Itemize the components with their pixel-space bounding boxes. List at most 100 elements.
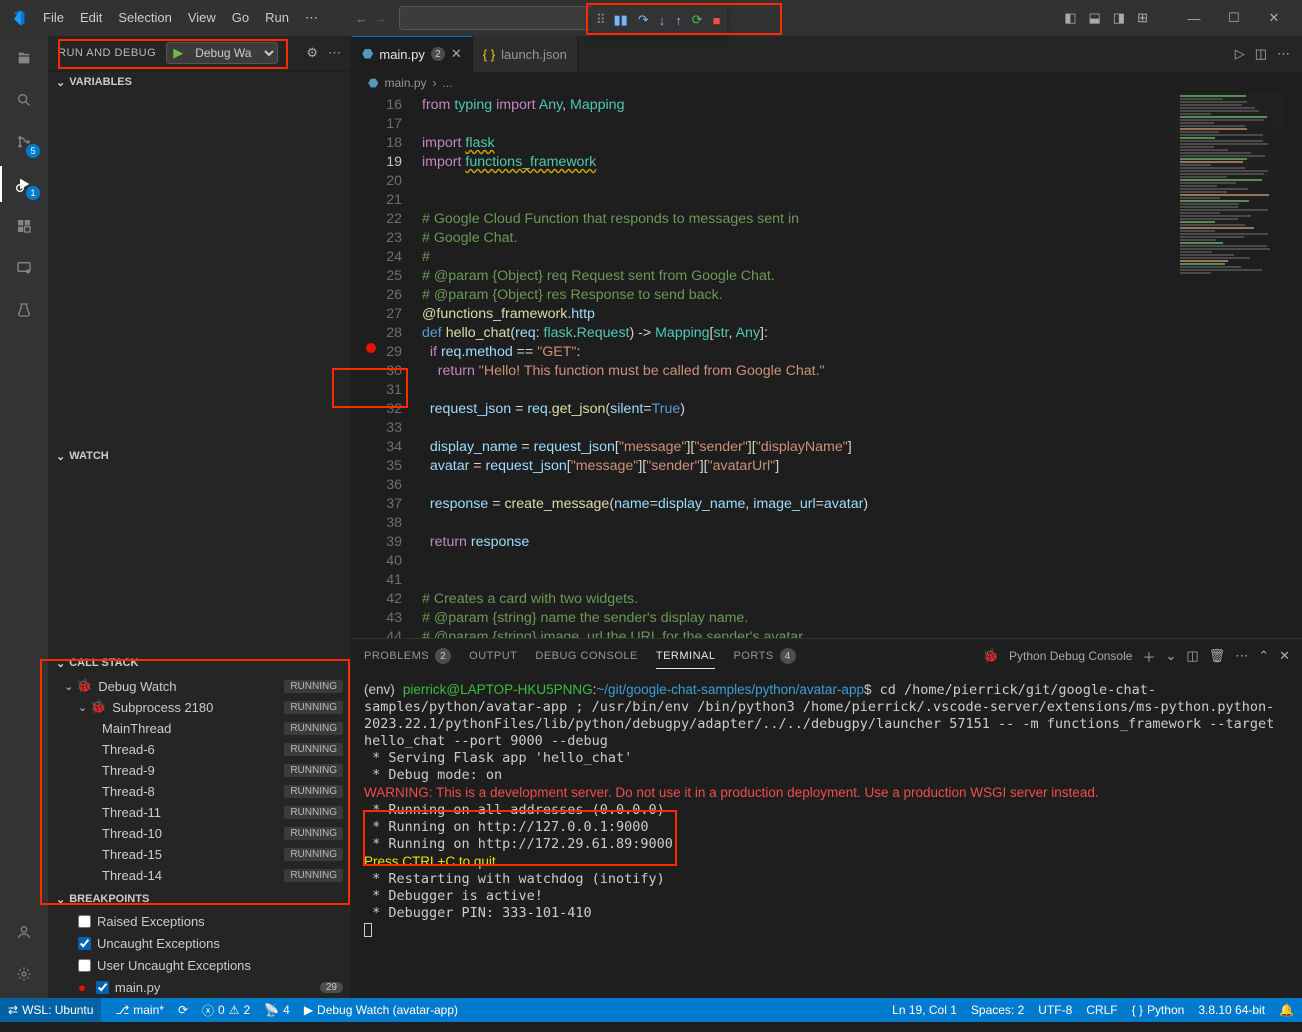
debug-toolbar[interactable]: ⠿ ▮▮ ↷ ↓ ↑ ⟳ ■ <box>590 6 727 34</box>
chevron-down-icon[interactable]: ⌄ <box>1165 648 1176 664</box>
menu-file[interactable]: File <box>36 6 71 30</box>
panel-tab-problems[interactable]: PROBLEMS2 <box>364 642 451 670</box>
nav-back-icon[interactable]: ← <box>355 11 368 26</box>
nav-forward-icon[interactable]: → <box>374 11 387 26</box>
callstack-item[interactable]: Thread-8RUNNING <box>48 781 351 802</box>
more-icon[interactable]: ⋯ <box>1277 46 1290 62</box>
sync-indicator[interactable]: ⟳ <box>178 1003 188 1017</box>
cursor-position[interactable]: Ln 19, Col 1 <box>892 1003 957 1017</box>
step-out-button[interactable]: ↑ <box>675 13 682 28</box>
menu-edit[interactable]: Edit <box>73 6 109 30</box>
encoding[interactable]: UTF-8 <box>1038 1003 1072 1017</box>
panel-tab-terminal[interactable]: TERMINAL <box>656 644 716 669</box>
debug-config-selector[interactable]: ▶ Debug Wa <box>166 42 278 64</box>
breadcrumb[interactable]: ⬣ main.py › ... <box>352 72 1302 94</box>
new-terminal-button[interactable]: ＋ <box>1142 647 1155 666</box>
activity-bar: 5 1 <box>0 36 48 998</box>
breakpoint-file[interactable]: ●main.py29 <box>48 976 351 998</box>
callstack-item[interactable]: MainThreadRUNNING <box>48 718 351 739</box>
callstack-item[interactable]: Thread-11RUNNING <box>48 802 351 823</box>
checkbox[interactable] <box>96 981 109 994</box>
code-editor[interactable]: 1617181920212223242526272829303132333435… <box>352 94 1302 638</box>
debug-status[interactable]: ▶ Debug Watch (avatar-app) <box>304 1003 458 1017</box>
testing-tab[interactable] <box>10 296 38 324</box>
eol[interactable]: CRLF <box>1086 1003 1117 1017</box>
close-panel-button[interactable]: ✕ <box>1279 648 1290 664</box>
menu-view[interactable]: View <box>181 6 223 30</box>
menu-selection[interactable]: Selection <box>111 6 178 30</box>
checkbox[interactable] <box>78 915 91 928</box>
split-editor-icon[interactable]: ◫ <box>1255 46 1267 62</box>
callstack-item[interactable]: ⌄🐞Subprocess 2180RUNNING <box>48 697 351 718</box>
variables-section-header[interactable]: ⌄VARIABLES <box>48 72 351 94</box>
callstack-item[interactable]: Thread-14RUNNING <box>48 865 351 886</box>
menu-go[interactable]: Go <box>225 6 256 30</box>
checkbox[interactable] <box>78 959 91 972</box>
maximize-button[interactable]: ☐ <box>1214 3 1254 33</box>
panel-tab-output[interactable]: OUTPUT <box>469 644 517 668</box>
panel-tab-ports[interactable]: PORTS4 <box>733 642 795 670</box>
checkbox[interactable] <box>78 937 91 950</box>
restart-button[interactable]: ⟳ <box>692 12 703 28</box>
editor-tab[interactable]: { }launch.json <box>473 36 578 72</box>
language-mode[interactable]: { } Python <box>1132 1003 1185 1017</box>
callstack-item[interactable]: Thread-10RUNNING <box>48 823 351 844</box>
more-icon[interactable]: ⋯ <box>1235 648 1248 664</box>
run-icon[interactable]: ▷ <box>1235 46 1245 62</box>
source-control-tab[interactable]: 5 <box>10 128 38 156</box>
breakpoints-section-header[interactable]: ⌄BREAKPOINTS <box>48 888 351 910</box>
callstack-item[interactable]: Thread-9RUNNING <box>48 760 351 781</box>
branch-indicator[interactable]: ⎇ main* <box>115 1003 164 1017</box>
remote-explorer-tab[interactable] <box>10 254 38 282</box>
remote-indicator[interactable]: ⇄ WSL: Ubuntu <box>0 998 101 1022</box>
kill-terminal-icon[interactable]: 🗑 <box>1209 648 1226 664</box>
start-debug-button[interactable]: ▶ <box>167 45 189 61</box>
status-bar: ⇄ WSL: Ubuntu ⎇ main* ⟳ ⓧ 0 ⚠ 2 📡 4 ▶ De… <box>0 998 1302 1022</box>
run-debug-tab[interactable]: 1 <box>10 170 38 198</box>
layout-customize-icon[interactable]: ⊞ <box>1137 10 1148 26</box>
callstack-item[interactable]: Thread-15RUNNING <box>48 844 351 865</box>
minimap[interactable] <box>1176 94 1286 314</box>
problems-indicator[interactable]: ⓧ 0 ⚠ 2 <box>202 1002 250 1019</box>
callstack-item[interactable]: Thread-6RUNNING <box>48 739 351 760</box>
pause-button[interactable]: ▮▮ <box>614 12 628 28</box>
settings-button[interactable] <box>10 960 38 988</box>
breakpoint-option[interactable]: Raised Exceptions <box>48 910 351 932</box>
terminal-name[interactable]: Python Debug Console <box>1009 649 1132 663</box>
breakpoint-dot-icon[interactable] <box>366 343 376 353</box>
menu-overflow[interactable]: ⋯ <box>298 6 325 30</box>
close-window-button[interactable]: ✕ <box>1254 3 1294 33</box>
breakpoint-option[interactable]: Uncaught Exceptions <box>48 932 351 954</box>
step-over-button[interactable]: ↷ <box>638 12 649 28</box>
accounts-button[interactable] <box>10 918 38 946</box>
split-terminal-icon[interactable]: ◫ <box>1186 648 1198 664</box>
maximize-panel-button[interactable]: ⌃ <box>1258 648 1269 664</box>
more-icon[interactable]: ⋯ <box>328 45 341 61</box>
minimize-button[interactable]: ― <box>1174 3 1214 33</box>
callstack-item[interactable]: ⌄🐞Debug WatchRUNNING <box>48 676 351 697</box>
callstack-section-header[interactable]: ⌄CALL STACK <box>48 652 351 674</box>
python-interpreter[interactable]: 3.8.10 64-bit <box>1198 1003 1265 1017</box>
layout-primary-icon[interactable]: ◧ <box>1064 10 1076 26</box>
notifications-icon[interactable]: 🔔 <box>1279 1003 1294 1017</box>
debug-config-dropdown[interactable]: Debug Wa <box>189 45 277 61</box>
panel-tab-debug-console[interactable]: DEBUG CONSOLE <box>535 644 637 668</box>
watch-section-header[interactable]: ⌄WATCH <box>48 445 351 467</box>
editor-tab[interactable]: ⬣main.py2✕ <box>352 36 473 72</box>
explorer-tab[interactable] <box>10 44 38 72</box>
gear-icon[interactable]: ⚙ <box>306 45 318 61</box>
step-into-button[interactable]: ↓ <box>659 13 666 28</box>
drag-grip-icon[interactable]: ⠿ <box>596 12 604 28</box>
ports-indicator[interactable]: 📡 4 <box>264 1003 290 1017</box>
extensions-tab[interactable] <box>10 212 38 240</box>
layout-panel-icon[interactable]: ⬓ <box>1089 10 1101 26</box>
stop-button[interactable]: ■ <box>713 13 721 28</box>
search-tab[interactable] <box>10 86 38 114</box>
layout-secondary-icon[interactable]: ◨ <box>1113 10 1125 26</box>
breakpoint-option[interactable]: User Uncaught Exceptions <box>48 954 351 976</box>
terminal-output[interactable]: (env) pierrick@LAPTOP-HKU5PNNG:~/git/goo… <box>352 673 1302 998</box>
menubar: FileEditSelectionViewGoRun⋯ <box>36 6 325 30</box>
menu-run[interactable]: Run <box>258 6 296 30</box>
indentation[interactable]: Spaces: 2 <box>971 1003 1024 1017</box>
close-tab-icon[interactable]: ✕ <box>451 46 462 62</box>
